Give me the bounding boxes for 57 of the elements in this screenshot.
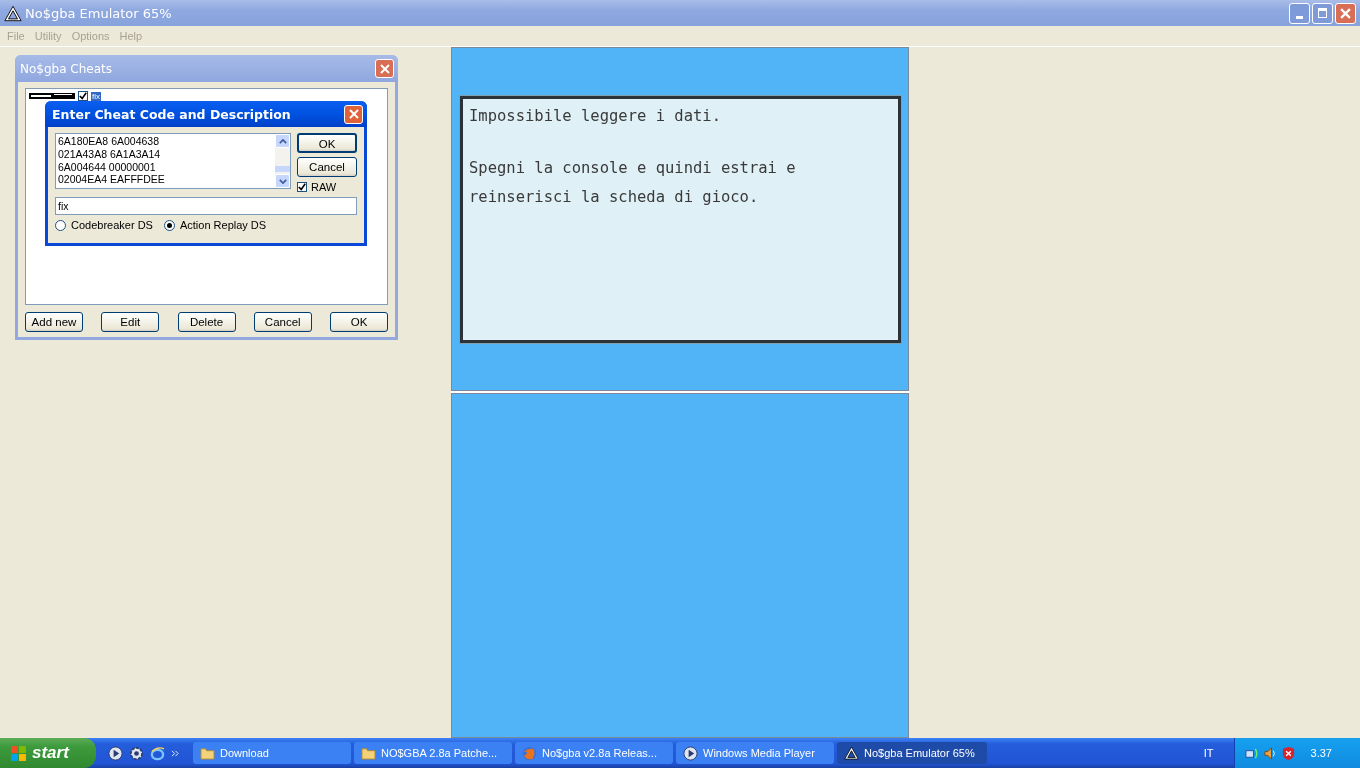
dialog-title: No$gba Cheats <box>20 61 113 76</box>
message-title: Impossibile leggere i dati. <box>469 107 722 125</box>
dialog-title: Enter Cheat Code and Description <box>52 106 291 122</box>
dialog-button[interactable]: OK <box>297 133 357 153</box>
taskbar-button[interactable]: No$gba Emulator 65% <box>837 742 987 764</box>
folder-icon <box>361 746 376 760</box>
scrollbar[interactable] <box>275 134 290 188</box>
close-button[interactable] <box>375 59 394 78</box>
taskbar-button[interactable]: NO$GBA 2.8a Patche... <box>354 742 512 764</box>
close-icon <box>1340 7 1351 19</box>
start-button[interactable]: start <box>0 738 96 768</box>
description-field[interactable]: fix <box>55 197 357 215</box>
dialog-button[interactable]: Edit <box>101 312 160 332</box>
speaker-icon[interactable] <box>1262 745 1278 761</box>
message-text: Spegni la console e quindi estrai e reinserisci la scheda di gioco. <box>469 158 797 208</box>
close-icon <box>348 109 359 119</box>
language-indicator[interactable]: IT <box>1203 747 1214 759</box>
scroll-thumb[interactable] <box>275 166 290 172</box>
checkbox-label: RAW <box>311 181 337 193</box>
minimize-button[interactable] <box>1289 2 1310 24</box>
media-player-icon[interactable] <box>108 745 123 761</box>
dialog-button[interactable]: Cancel <box>253 312 312 332</box>
code-line: 6A004644 00000001 <box>58 160 157 174</box>
triangle-icon <box>4 4 22 22</box>
code-field[interactable]: 6A180EA8 6A004638 021A43A8 6A1A3A14 6A004644 00000001 02004EA4 EAFFFDEE <box>55 133 291 189</box>
shield-icon[interactable] <box>1280 745 1296 761</box>
taskbar-button[interactable]: Download <box>193 742 351 764</box>
taskbar-button[interactable]: Windows Media Player <box>676 742 834 764</box>
taskbar-button[interactable]: No$gba v2.8a Releas... <box>515 742 673 764</box>
dialog-button[interactable]: Add new <box>25 312 83 332</box>
windows-icon <box>10 744 27 762</box>
dialog-button[interactable]: OK <box>330 312 388 332</box>
browser-icon[interactable] <box>150 745 165 761</box>
window-title: No$gba Emulator 65% <box>25 5 172 21</box>
folder-icon <box>200 746 215 760</box>
media-player-icon <box>683 745 698 761</box>
dialog-button[interactable]: Cancel <box>297 157 357 177</box>
dialog-button[interactable]: Delete <box>177 312 236 332</box>
code-line: 6A180EA8 6A004638 <box>58 135 160 148</box>
chevron-icon[interactable] <box>171 749 180 757</box>
code-line: 02004EA4 EAFFFDEE <box>58 173 166 187</box>
close-button[interactable] <box>344 104 363 124</box>
radio-button[interactable] <box>55 219 66 231</box>
close-icon <box>379 63 390 74</box>
triangle-icon <box>844 746 859 760</box>
checkbox[interactable] <box>297 182 307 192</box>
radio-label: Codebreaker DS <box>71 219 153 231</box>
clock: 3.37 <box>1310 747 1332 759</box>
logo-icon <box>29 92 75 100</box>
close-button[interactable] <box>1335 2 1356 24</box>
gear-icon[interactable] <box>129 745 144 761</box>
radio-button[interactable] <box>163 219 175 231</box>
radio-label: Action Replay DS <box>179 219 267 231</box>
globe-icon <box>522 745 537 761</box>
restore-button[interactable] <box>1312 2 1333 24</box>
code-line: 021A43A8 6A1A3A14 <box>58 147 162 161</box>
cheat-item[interactable]: fix <box>91 91 101 101</box>
